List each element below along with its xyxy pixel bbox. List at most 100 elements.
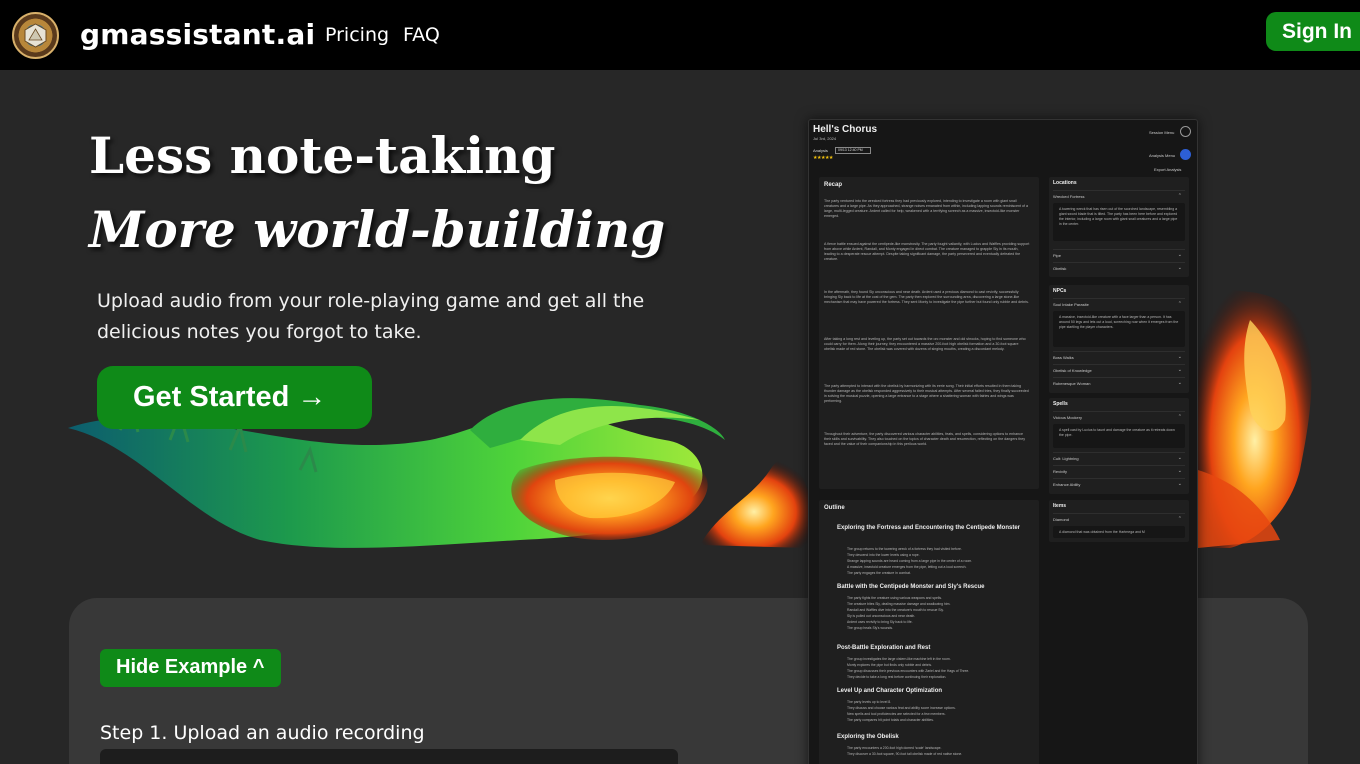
location-item-label: Pipe — [1053, 253, 1062, 258]
recap-paragraph: In the aftermath, they found Sly unconsc… — [824, 290, 1029, 304]
outline-sub: The party fights the creature using vari… — [847, 596, 942, 600]
spell-item-label: Vicious Mockery — [1053, 415, 1083, 420]
analysis-menu-icon[interactable] — [1180, 149, 1191, 160]
session-menu-icon[interactable] — [1180, 126, 1191, 137]
location-item[interactable]: Pipe ⌄ — [1053, 249, 1185, 260]
outline-sub: Sly is pulled out unconscious and near d… — [847, 614, 916, 618]
recap-paragraph: A fierce battle ensued against the centi… — [824, 242, 1030, 261]
items-panel: Items Diamond ⌃ A diamond that was obtai… — [1049, 500, 1189, 542]
top-nav: gmassistant.ai Pricing FAQ Sign In — [0, 0, 1360, 70]
outline-sub: Randall and Waffles dive into the creatu… — [847, 608, 944, 612]
get-started-button[interactable]: Get Started → — [97, 366, 372, 429]
npc-item[interactable]: Boss Walks ⌄ — [1053, 351, 1185, 362]
npcs-panel: NPCs Soul Intake Parasite ⌃ A massive, i… — [1049, 285, 1189, 393]
d20-logo-icon[interactable] — [12, 12, 59, 59]
recap-title: Recap — [824, 182, 843, 188]
npc-item-label: Soul Intake Parasite — [1053, 302, 1089, 307]
session-screenshot: Hell's Chorus Jul 3rd, 2024 Analysis 09/… — [808, 119, 1198, 764]
items-title: Items — [1053, 503, 1067, 509]
spell-item[interactable]: Cult: Lightning ⌄ — [1053, 452, 1185, 463]
nav-link-faq[interactable]: FAQ — [403, 24, 440, 46]
npc-description: A massive, insectoid-like creature with … — [1053, 311, 1185, 347]
chevron-down-icon[interactable]: ⌄ — [1178, 367, 1182, 373]
hide-example-button[interactable]: Hide Example ^ — [100, 649, 281, 687]
chevron-down-icon[interactable]: ⌄ — [1178, 455, 1182, 461]
chevron-down-icon[interactable]: ⌄ — [1178, 481, 1182, 487]
chevron-down-icon[interactable]: ⌄ — [1178, 252, 1182, 258]
location-item[interactable]: Obelisk ⌄ — [1053, 262, 1185, 273]
step-1-heading: Step 1. Upload an audio recording — [100, 722, 425, 744]
item-entry-open[interactable]: Diamond ⌃ — [1053, 513, 1185, 524]
outline-sub: Monty explores the pipe but finds only r… — [847, 663, 933, 667]
spell-item-open[interactable]: Vicious Mockery ⌃ — [1053, 411, 1185, 422]
hero-title-line2: More world-building — [89, 200, 666, 259]
spell-description: A spell cast by Lucius to taunt and dama… — [1053, 424, 1185, 448]
outline-item: Battle with the Centipede Monster and Sl… — [837, 584, 985, 590]
rating-stars[interactable]: ★★★★★ — [813, 155, 833, 161]
outline-panel: Outline Exploring the Fortress and Encou… — [819, 500, 1039, 764]
audio-upload-box[interactable] — [100, 749, 678, 764]
recap-panel: Recap The party ventured into the wrecke… — [819, 177, 1039, 489]
location-item-label: Obelisk — [1053, 266, 1067, 271]
outline-sub: Ardent uses revivify to bring Sly back t… — [847, 620, 913, 624]
outline-item: Exploring the Fortress and Encountering … — [837, 525, 1021, 531]
recap-paragraph: Throughout their adventure, the party di… — [824, 432, 1026, 446]
session-title: Hell's Chorus — [813, 124, 878, 135]
recap-paragraph: The party attempted to interact with the… — [824, 384, 1029, 403]
recap-paragraph: After taking a long rest and leveling up… — [824, 337, 1026, 351]
outline-sub: A massive, insectoid creature emerges fr… — [847, 565, 967, 569]
sign-in-button[interactable]: Sign In — [1266, 12, 1360, 51]
npc-item-label: Obelisk of Knowledge — [1053, 368, 1092, 373]
outline-sub: They discover a 30-foot square, 90-foot … — [847, 752, 963, 756]
spell-item[interactable]: Revivify ⌄ — [1053, 465, 1185, 476]
outline-sub: The group returns to the towering wreck … — [847, 547, 962, 551]
chevron-up-icon[interactable]: ⌃ — [1178, 414, 1182, 420]
spells-panel: Spells Vicious Mockery ⌃ A spell cast by… — [1049, 398, 1189, 494]
chevron-down-icon[interactable]: ⌄ — [1178, 265, 1182, 271]
chevron-up-icon[interactable]: ⌃ — [1178, 301, 1182, 307]
chevron-down-icon[interactable]: ⌄ — [1178, 354, 1182, 360]
chevron-down-icon[interactable]: ⌄ — [1178, 380, 1182, 386]
outline-sub: The creature bites Sly, dealing massive … — [847, 602, 951, 606]
outline-sub: The party levels up to level 8. — [847, 700, 892, 704]
location-item-open[interactable]: Wrecked Fortress ⌃ — [1053, 190, 1185, 201]
outline-sub: They discuss and choose various feat and… — [847, 706, 956, 710]
recap-paragraph: The party ventured into the wrecked fort… — [824, 199, 1028, 218]
locations-panel: Locations Wrecked Fortress ⌃ A towering … — [1049, 177, 1189, 277]
outline-sub: They decide to take a long rest before c… — [847, 675, 947, 679]
locations-title: Locations — [1053, 180, 1077, 186]
item-entry-label: Diamond — [1053, 517, 1070, 522]
outline-sub: Strange lapping sounds are heard coming … — [847, 559, 973, 563]
spells-title: Spells — [1053, 401, 1068, 407]
npc-item-open[interactable]: Soul Intake Parasite ⌃ — [1053, 298, 1185, 309]
chevron-down-icon[interactable]: ⌄ — [1178, 468, 1182, 474]
npc-item[interactable]: Rubenesque Woman ⌄ — [1053, 377, 1185, 388]
menu-export-analysis[interactable]: Export Analysis — [1154, 167, 1181, 172]
spell-item-label: Cult: Lightning — [1053, 456, 1079, 461]
outline-sub: The group investigates the large cistern… — [847, 657, 951, 661]
analysis-select[interactable]: 09/13 12:40 PM — [835, 147, 871, 154]
session-menu-label: Session Menu — [1149, 130, 1175, 135]
outline-item: Level Up and Character Optimization — [837, 688, 943, 694]
session-date: Jul 3rd, 2024 — [813, 136, 837, 141]
item-description: A diamond that was obtained from the Har… — [1053, 526, 1185, 538]
chevron-up-icon[interactable]: ⌃ — [1178, 516, 1182, 522]
chevron-up-icon[interactable]: ⌃ — [1178, 193, 1182, 199]
hero-subtitle: Upload audio from your role-playing game… — [97, 290, 645, 343]
brand-name[interactable]: gmassistant.ai — [80, 18, 315, 51]
outline-sub: They descend into the lower levels using… — [847, 553, 920, 557]
npc-item[interactable]: Obelisk of Knowledge ⌄ — [1053, 364, 1185, 375]
outline-sub: The party encounters a 200-foot high dom… — [847, 746, 942, 750]
hero-title-line1: Less note-taking — [89, 126, 556, 185]
location-description: A towering wreck that has risen out of t… — [1053, 203, 1185, 241]
npc-item-label: Rubenesque Woman — [1053, 381, 1091, 386]
outline-sub: The party compares hit point totals and … — [847, 718, 934, 722]
outline-title: Outline — [824, 505, 845, 511]
spell-item[interactable]: Enhance Ability ⌄ — [1053, 478, 1185, 489]
nav-link-pricing[interactable]: Pricing — [325, 24, 389, 46]
outline-sub: The party engages the creature in combat… — [847, 571, 911, 575]
location-item-label: Wrecked Fortress — [1053, 194, 1085, 199]
spell-item-label: Enhance Ability — [1053, 482, 1081, 487]
outline-item: Post-Battle Exploration and Rest — [837, 645, 931, 651]
outline-item: Exploring the Obelisk — [837, 734, 899, 740]
